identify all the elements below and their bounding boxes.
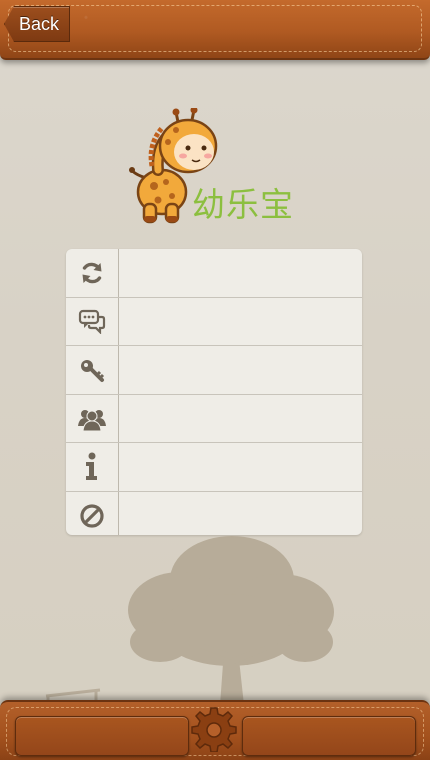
refresh-icon	[82, 262, 102, 284]
menu-icon-cell	[66, 297, 119, 346]
menu-icon-cell	[66, 249, 119, 297]
menu-icon-cell	[66, 394, 119, 443]
block-icon	[80, 504, 104, 528]
chat-bubbles-icon	[78, 310, 106, 335]
left-toolbar-button[interactable]	[15, 716, 189, 756]
gear-icon[interactable]	[191, 706, 237, 752]
top-bar-stitching	[8, 5, 422, 52]
top-bar: Back	[0, 0, 430, 60]
menu-item-messages[interactable]	[66, 297, 362, 347]
menu-icon-cell	[66, 491, 119, 535]
back-button[interactable]: Back	[4, 6, 71, 42]
tree-silhouette-icon	[128, 536, 334, 705]
menu-item-contacts[interactable]	[66, 394, 362, 444]
menu-icon-cell	[66, 443, 119, 491]
right-toolbar-button[interactable]	[242, 716, 416, 756]
users-icon	[78, 409, 106, 432]
settings-menu	[66, 249, 362, 535]
menu-item-about[interactable]	[66, 443, 362, 492]
app-name: 幼乐宝	[192, 185, 294, 224]
app-logo: 幼乐宝	[128, 108, 308, 228]
menu-item-password[interactable]	[66, 346, 362, 395]
key-icon	[81, 359, 105, 382]
menu-item-refresh[interactable]	[66, 249, 362, 298]
menu-item-logout[interactable]	[66, 491, 362, 535]
info-icon	[86, 452, 97, 481]
menu-icon-cell	[66, 346, 119, 394]
